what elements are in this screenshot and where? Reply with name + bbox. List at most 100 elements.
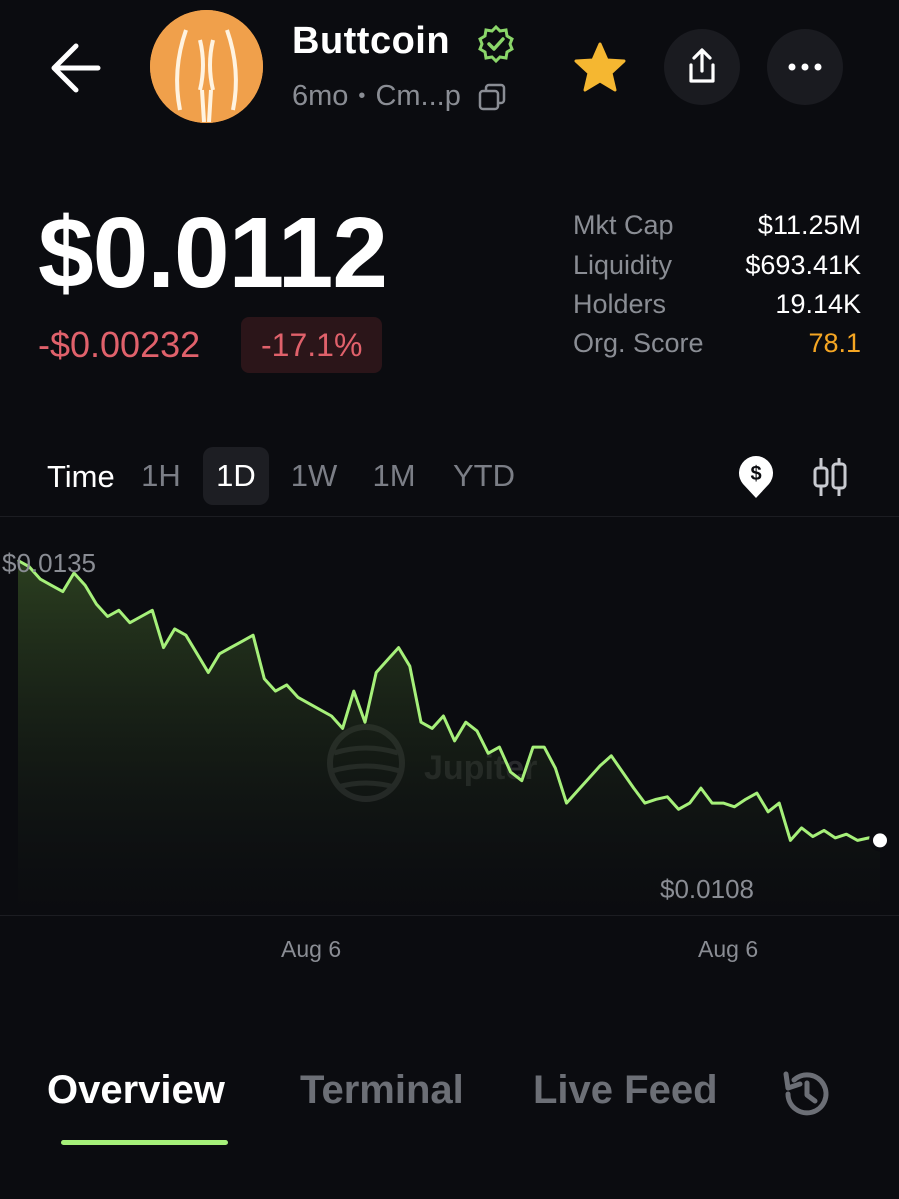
back-button[interactable] [40, 36, 112, 100]
price-point [364, 721, 366, 723]
price-point [263, 677, 266, 680]
price-point [297, 696, 299, 699]
price-point [789, 839, 792, 842]
star-icon [574, 42, 626, 92]
price-change-percent-badge: -17.1% [241, 317, 383, 373]
more-options-button[interactable] [767, 29, 843, 105]
stat-value-liquidity: $693.41K [745, 250, 861, 280]
stat-label-liquidity: Liquidity [573, 250, 673, 280]
price-point [50, 584, 53, 587]
price-point [319, 709, 322, 711]
stat-label-org-score: Org. Score [573, 328, 704, 358]
token-avatar [150, 10, 263, 123]
price-point [375, 671, 378, 674]
price-point [756, 792, 758, 794]
price-point [599, 765, 601, 767]
current-price-marker [869, 829, 891, 852]
price-point [442, 715, 445, 717]
price-point [576, 789, 579, 792]
stat-value-holders: 19.14K [775, 289, 861, 319]
stat-value-org-score: 78.1 [808, 328, 861, 358]
price-point [644, 802, 646, 804]
timeframe-1w[interactable]: 1W [284, 447, 344, 505]
token-address[interactable]: Cm...p [375, 80, 460, 113]
token-logo-icon [150, 10, 263, 123]
price-point [722, 802, 725, 804]
price-point [800, 827, 803, 829]
more-icon [788, 63, 822, 71]
price-point [856, 839, 859, 842]
price-chart[interactable]: Jupiter [0, 517, 899, 915]
verified-badge-icon [476, 24, 516, 64]
price-point [229, 646, 232, 649]
price-point [744, 798, 747, 801]
chart-bottom-divider [0, 915, 899, 916]
price-point [431, 727, 434, 730]
price-point [162, 646, 165, 649]
timeframe-ytd[interactable]: YTD [443, 447, 525, 505]
price-point [532, 746, 534, 748]
price-point [129, 621, 131, 624]
price-point [621, 771, 624, 773]
x-axis-label: Aug 6 [698, 936, 759, 962]
price-point [610, 755, 613, 757]
price-point [218, 653, 221, 655]
tab-overview[interactable]: Overview [47, 1068, 225, 1113]
timeframe-1h[interactable]: 1H [134, 447, 188, 505]
timeframe-1m[interactable]: 1M [364, 447, 424, 505]
price-point [498, 746, 501, 748]
token-meta: 6mo • Cm...p [292, 80, 507, 113]
price-point [62, 590, 64, 593]
copy-icon[interactable] [477, 82, 507, 112]
timeframe-1d[interactable]: 1D [203, 447, 269, 505]
current-price: $0.0112 [38, 197, 388, 309]
price-point [812, 835, 814, 838]
price-point [565, 802, 568, 804]
price-point [118, 609, 120, 612]
price-point [711, 802, 713, 804]
price-point [285, 684, 288, 686]
history-icon [783, 1071, 829, 1116]
tab-terminal[interactable]: Terminal [300, 1068, 464, 1113]
price-point [778, 802, 780, 804]
stat-label-holders: Holders [573, 289, 667, 319]
tab-live-feed[interactable]: Live Feed [533, 1068, 725, 1113]
price-point [308, 702, 310, 705]
price-point [330, 715, 333, 717]
price-point [666, 796, 669, 798]
price-mode-button[interactable]: $ [733, 452, 779, 502]
history-button[interactable] [778, 1066, 834, 1122]
price-point [476, 730, 478, 732]
price-point [733, 806, 736, 808]
price-point [151, 609, 154, 612]
price-point [397, 646, 400, 649]
price-point [84, 584, 86, 587]
price-point [409, 665, 411, 667]
token-age: 6mo [292, 80, 349, 112]
dollar-pin-icon: $ [739, 456, 773, 498]
share-button[interactable] [664, 29, 740, 105]
price-point [845, 833, 848, 835]
price-point [767, 811, 769, 813]
price-change-absolute: -$0.00232 [38, 324, 201, 365]
price-point [554, 767, 557, 769]
stat-value-mkt-cap: $11.25M [757, 210, 861, 240]
price-point [106, 615, 109, 618]
price-point [465, 721, 467, 723]
price-point [185, 634, 187, 636]
price-point [341, 727, 344, 730]
chart-low-label: $0.0108 [660, 874, 754, 904]
price-point [677, 808, 680, 811]
price-point [274, 690, 277, 692]
svg-text:$: $ [750, 463, 761, 485]
favorite-button[interactable] [568, 38, 632, 98]
price-point [509, 771, 512, 773]
price-point [588, 777, 590, 779]
candlestick-icon [813, 458, 847, 496]
price-point [386, 659, 389, 661]
chart-high-label: $0.0135 [2, 548, 96, 578]
timeframe-label: Time [47, 459, 115, 494]
price-point [207, 671, 210, 674]
candlestick-toggle-button[interactable] [806, 452, 854, 502]
price-point [688, 802, 691, 804]
